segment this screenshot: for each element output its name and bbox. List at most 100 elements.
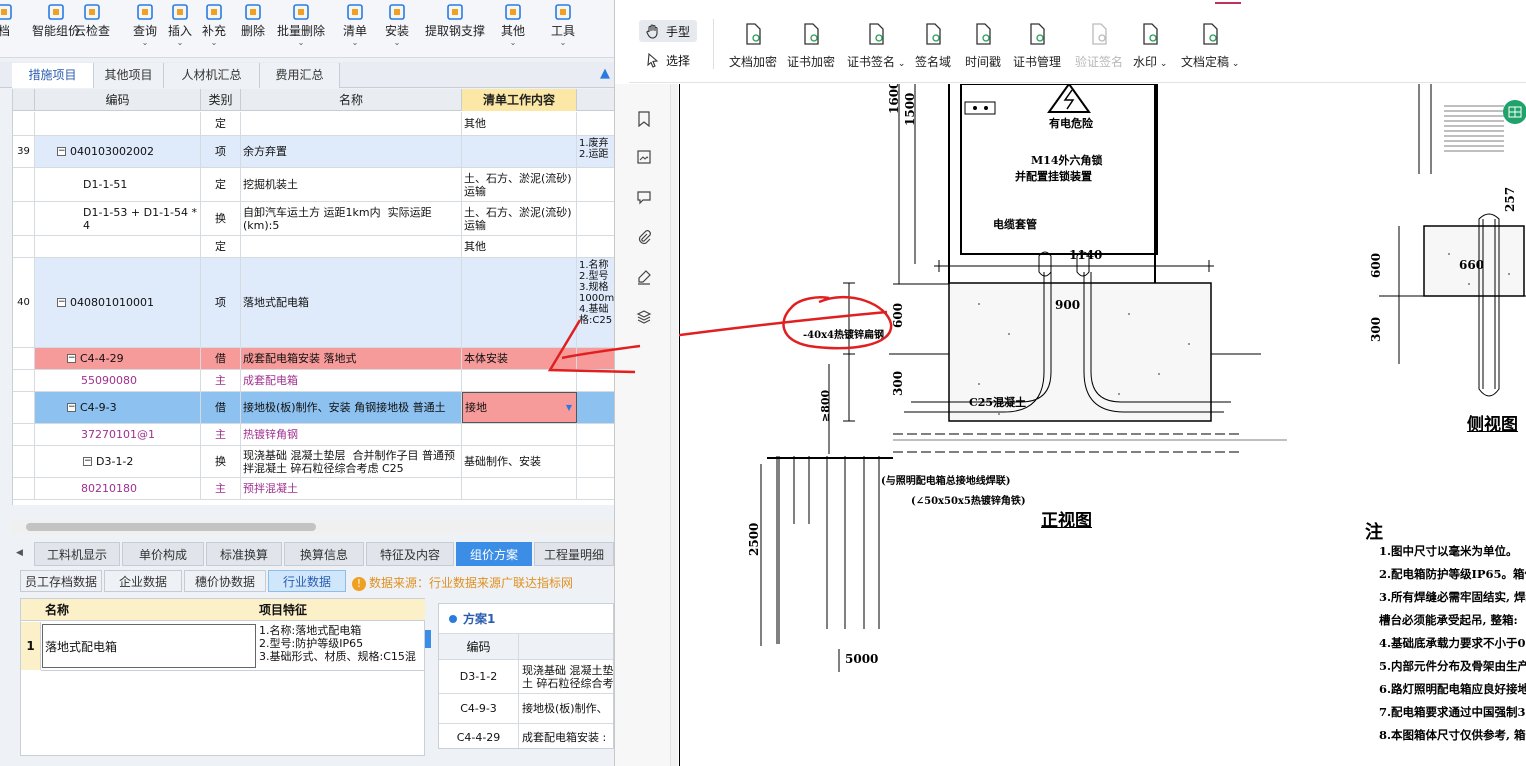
work-content-cell[interactable]: 其他 [462, 112, 577, 135]
extra-feature-cell[interactable] [577, 392, 614, 423]
scheme-code-cell[interactable]: C4-9-3 [439, 694, 519, 724]
thumbnail-icon[interactable] [635, 148, 653, 166]
toolbar-install-button[interactable]: 安装 ⌄ [382, 0, 412, 58]
toolbar-tools-button[interactable]: 工具 ⌄ [549, 0, 577, 58]
table-row[interactable]: 定 其他 [13, 236, 614, 258]
table-row[interactable]: 37270101@1 主 热镀锌角钢 [13, 424, 614, 446]
table-row[interactable]: D1-1-51 定 挖掘机装土 土、石方、淤泥(流砂)运输 [13, 168, 614, 202]
code-cell[interactable]: −040103002002 [35, 136, 201, 167]
work-content-cell[interactable]: 接地 ▼ [462, 392, 577, 423]
collapse-icon[interactable]: − [83, 457, 92, 466]
table-row[interactable]: − D3-1-2 换 现浇基础 混凝土垫层 合并制作子目 普通预拌混凝土 碎石粒径综合… [13, 446, 614, 478]
toolbar-cloud-check-button[interactable]: 云检查 [70, 0, 114, 58]
row-number-cell[interactable] [13, 112, 35, 135]
name-cell[interactable]: 预拌混凝土 [241, 478, 462, 499]
sign-field-button[interactable]: 签名域 [915, 11, 951, 83]
row-number-cell[interactable] [13, 424, 35, 445]
row-number-cell[interactable] [13, 392, 35, 423]
type-cell[interactable]: 定 [201, 168, 241, 201]
feature-content-cell[interactable]: 1.名称:落地式配电箱 2.型号:防护等级IP65 3.基础形式、材质、规格:C… [257, 624, 425, 668]
tab-industry-data[interactable]: 行业数据 [268, 570, 346, 592]
scheme-code-cell[interactable]: C4-4-29 [439, 724, 519, 748]
code-cell[interactable]: D1-1-53 + D1-1-54 * 4 [35, 202, 201, 235]
select-tool-button[interactable]: 选择 [639, 49, 697, 71]
signature-pen-icon[interactable] [635, 268, 653, 286]
work-content-cell[interactable]: 本体安装 [462, 348, 577, 369]
type-cell[interactable]: 主 [201, 478, 241, 499]
scheme-title[interactable]: 方案1 [439, 604, 613, 634]
table-row[interactable]: D1-1-53 + D1-1-54 * 4 换 自卸汽车运土方 运距1km内 实际运… [13, 202, 614, 236]
code-cell[interactable]: 80210180 [35, 478, 201, 499]
tab-features[interactable]: 特征及内容 [366, 542, 454, 566]
row-number-cell[interactable] [13, 478, 35, 499]
code-cell[interactable]: 55090080 [35, 370, 201, 391]
tab-conversion-info[interactable]: 换算信息 [284, 542, 364, 566]
header-name[interactable]: 名称 [241, 89, 462, 111]
arrow-up-icon[interactable]: ▲ [600, 66, 612, 82]
header-type[interactable]: 类别 [201, 89, 241, 111]
row-number-cell[interactable] [13, 446, 35, 477]
collapse-icon[interactable]: − [67, 354, 76, 363]
row-number-cell[interactable] [13, 168, 35, 201]
scheme-desc-cell[interactable]: 接地极(板)制作、 [519, 694, 613, 724]
splitter-handle[interactable] [425, 630, 431, 648]
watermark-button[interactable]: 水印 ⌄ [1133, 11, 1167, 83]
doc-encrypt-button[interactable]: 文档加密 [729, 11, 777, 83]
type-cell[interactable]: 定 [201, 236, 241, 257]
code-cell[interactable]: − C4-9-3 [35, 392, 201, 423]
type-cell[interactable]: 定 [201, 112, 241, 135]
row-number-cell[interactable]: 40 [13, 258, 35, 347]
extra-feature-cell[interactable] [577, 424, 614, 445]
header-code[interactable]: 编码 [35, 89, 201, 111]
tab-cost-summary[interactable]: 费用汇总 [260, 63, 340, 88]
toolbar-batch-delete-button[interactable]: 批量删除 ⌄ [276, 0, 326, 58]
tab-enterprise-data[interactable]: 企业数据 [104, 570, 182, 592]
name-cell[interactable]: 现浇基础 混凝土垫层 合并制作子目 普通预拌混凝土 碎石粒径综合考虑 C25 [241, 446, 462, 477]
extra-feature-cell[interactable] [577, 370, 614, 391]
scheme-code-cell[interactable]: D3-1-2 [439, 660, 519, 694]
finalize-button[interactable]: 文档定稿 ⌄ [1181, 11, 1239, 83]
work-content-cell[interactable] [462, 258, 577, 347]
work-content-cell[interactable] [462, 424, 577, 445]
tab-other-items[interactable]: 其他项目 [94, 63, 164, 88]
attachment-icon[interactable] [635, 228, 653, 246]
tab-quantity-detail[interactable]: 工程量明细 [534, 542, 614, 566]
toolbar-steel-support-button[interactable]: 提取钢支撑 [425, 0, 485, 58]
timestamp-button[interactable]: 时间戳 [965, 11, 1001, 83]
code-cell[interactable]: 37270101@1 [35, 424, 201, 445]
table-row[interactable]: 39 −040103002002 项 余方弃置 1.废弃 2.运距 [13, 136, 614, 168]
work-content-cell[interactable] [462, 478, 577, 499]
work-content-cell[interactable]: 基础制作、安装 [462, 446, 577, 477]
code-cell[interactable]: − C4-4-29 [35, 348, 201, 369]
work-content-cell[interactable]: 其他 [462, 236, 577, 257]
row-number-cell[interactable] [13, 370, 35, 391]
type-cell[interactable]: 主 [201, 424, 241, 445]
row-number-cell[interactable] [13, 348, 35, 369]
comment-icon[interactable] [635, 188, 653, 206]
extra-feature-cell[interactable] [577, 168, 614, 201]
work-content-cell[interactable]: 土、石方、淤泥(流砂)运输 [462, 168, 577, 201]
type-cell[interactable]: 借 [201, 348, 241, 369]
toolbar-other-button[interactable]: 其他 ⌄ [499, 0, 527, 58]
extra-feature-cell[interactable] [577, 446, 614, 477]
name-cell[interactable]: 余方弃置 [241, 136, 462, 167]
table-row[interactable]: − C4-4-29 借 成套配电箱安装 落地式 本体安装 [13, 348, 614, 370]
extra-feature-cell[interactable] [577, 478, 614, 499]
tab-price-assoc-data[interactable]: 穗价协数据 [184, 570, 266, 592]
table-row[interactable]: 定 其他 [13, 112, 614, 136]
cert-encrypt-button[interactable]: 证书加密 [787, 11, 835, 83]
bookmark-icon[interactable] [635, 110, 653, 128]
toolbar-query-button[interactable]: 查询 ⌄ [128, 0, 162, 58]
name-cell[interactable]: 自卸汽车运土方 运距1km内 实际运距(km):5 [241, 202, 462, 235]
toolbar-delete-button[interactable]: 删除 [238, 0, 268, 58]
row-number-cell[interactable]: 39 [13, 136, 35, 167]
work-content-cell[interactable] [462, 136, 577, 167]
table-row[interactable]: − C4-9-3 借 接地极(板)制作、安装 角钢接地极 普通土 接地 ▼ [13, 392, 614, 424]
extra-feature-cell[interactable]: 1.废弃 2.运距 [577, 136, 614, 167]
tab-employee-data[interactable]: 员工存档数据 [20, 570, 102, 592]
type-cell[interactable]: 项 [201, 258, 241, 347]
vertical-scrollbar[interactable] [671, 84, 678, 766]
cert-manage-button[interactable]: 证书管理 [1013, 11, 1061, 83]
table-row[interactable]: 55090080 主 成套配电箱 [13, 370, 614, 392]
name-cell[interactable] [241, 236, 462, 257]
